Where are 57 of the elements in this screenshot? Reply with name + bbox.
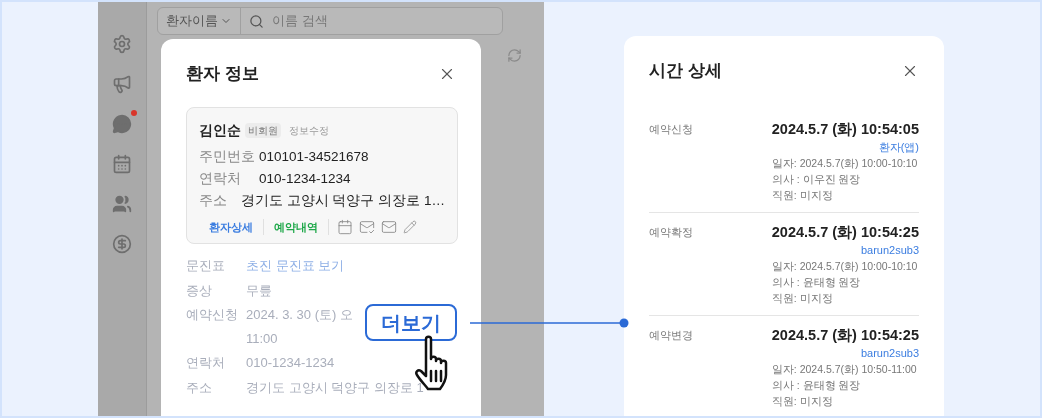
more-callout: 더보기 <box>365 304 457 341</box>
event-detail: 직원: 미지정 <box>771 187 833 203</box>
refresh-icon[interactable] <box>507 48 522 63</box>
event-actor: barun2sub3 <box>860 345 919 361</box>
settings-icon[interactable] <box>112 34 132 54</box>
event-detail: 의사 : 윤태형 원장 <box>771 377 861 393</box>
faded-value: 11:00 <box>246 329 279 348</box>
event-detail: 직원: 미지정 <box>771 290 833 306</box>
faded-value: 2024. 3. 30 (토) 오 <box>246 306 353 324</box>
faded-label: 예약신청 <box>186 306 239 324</box>
faded-value: 무릎 <box>246 281 272 300</box>
faded-label: 연락처 <box>186 354 226 372</box>
panel-title: 시간 상세 <box>649 60 722 82</box>
event-actor: 환자(앱) <box>878 139 919 155</box>
event-time: 2024.5.7 (화) 10:54:25 <box>771 325 919 345</box>
event-detail: 의사 : 윤태형 원장 <box>771 274 861 290</box>
mail-check-icon[interactable] <box>359 218 375 235</box>
field-value: 010-1234-1234 <box>259 169 351 188</box>
action-link[interactable]: 환자상세 <box>199 218 264 235</box>
search-icon <box>249 13 264 29</box>
event-label: 예약신청 <box>649 121 693 137</box>
field-label: 주민번호 <box>199 147 256 166</box>
event-time: 2024.5.7 (화) 10:54:05 <box>771 119 919 139</box>
action-link[interactable]: 예약내역 <box>264 218 329 235</box>
edit-info-link[interactable]: 정보수정 <box>289 122 329 138</box>
field-value: 경기도 고양시 덕양구 의장로 1… <box>241 191 445 210</box>
event-detail: 일자: 2024.5.7(화) 10:50-11:00 <box>771 361 917 377</box>
chat-icon[interactable] <box>112 114 132 134</box>
calendar-icon[interactable] <box>112 154 132 174</box>
event-detail: 직원: 미지정 <box>771 393 833 409</box>
search-placeholder: 이름 검색 <box>272 12 328 31</box>
megaphone-icon[interactable] <box>112 74 132 94</box>
field-value: 010101-34521678 <box>259 147 369 166</box>
mail-icon[interactable] <box>381 218 397 235</box>
event-detail: 의사 : 이우진 원장 <box>771 171 861 187</box>
field-label: 연락처 <box>199 169 242 188</box>
faded-link[interactable]: 초진 문진표 보기 <box>246 256 345 276</box>
field-label: 주소 <box>199 191 228 210</box>
member-badge: 비회원 <box>245 122 281 138</box>
event-label: 예약확정 <box>649 224 693 240</box>
faded-label: 문진표 <box>186 257 226 275</box>
faded-label: 주소 <box>186 378 213 397</box>
event-actor: barun2sub3 <box>860 242 919 258</box>
people-icon[interactable] <box>112 194 132 214</box>
event-time: 2024.5.7 (화) 10:54:25 <box>771 222 919 242</box>
faded-label: 증상 <box>186 281 213 300</box>
faded-value: 경기도 고양시 덕양구 의장로 1 <box>246 378 424 397</box>
patient-name: 김인순 <box>199 120 241 140</box>
search-bar[interactable]: 환자이름 이름 검색 <box>157 7 503 35</box>
event-detail: 일자: 2024.5.7(화) 10:00-10:10 <box>771 258 918 274</box>
calendar-icon[interactable] <box>337 218 353 235</box>
event-detail: 일자: 2024.5.7(화) 10:00-10:10 <box>771 155 918 171</box>
event-label: 예약변경 <box>649 327 693 343</box>
pencil-icon[interactable] <box>403 219 417 234</box>
modal-title: 환자 정보 <box>186 63 259 85</box>
filter-dropdown[interactable]: 환자이름 <box>158 8 241 34</box>
faded-value: 010-1234-1234 <box>246 354 335 372</box>
